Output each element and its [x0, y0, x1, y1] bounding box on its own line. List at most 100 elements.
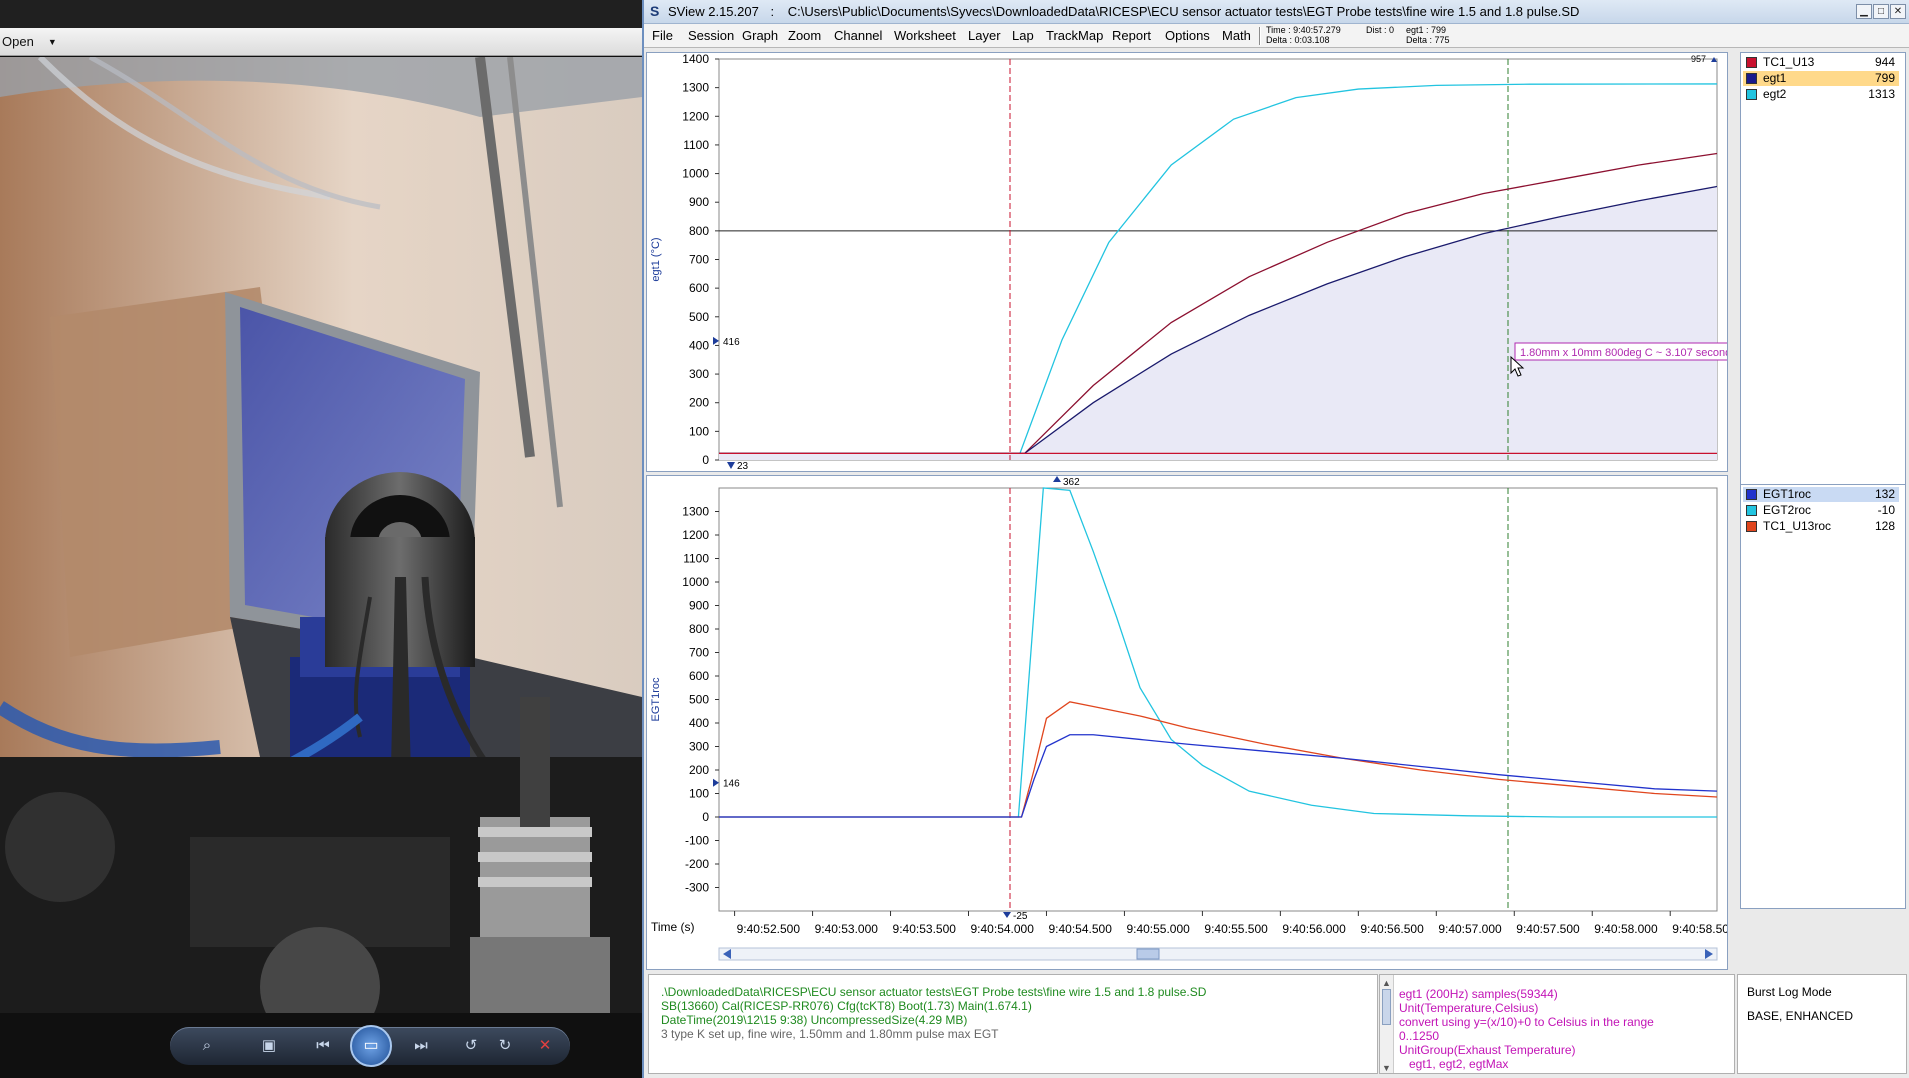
- y-tick-label: 200: [689, 763, 709, 777]
- roc-chart[interactable]: -300 -200 -100 0 100 200 300 400 500 600 700 800 900…: [647, 476, 1736, 969]
- cursor-delta-value: Delta : 775: [1406, 35, 1450, 45]
- title-bar: S SView 2.15.207 : C:\Users\Public\Docum…: [644, 0, 1909, 24]
- channel-info-line: convert using y=(x/10)+0 to Celsius in t…: [1399, 1015, 1654, 1029]
- time-scrollbar[interactable]: [718, 947, 1718, 961]
- open-menu-button[interactable]: Open ▼: [2, 34, 57, 49]
- bottom-marker-icon: [727, 462, 735, 469]
- legend-item-tc1_u13roc[interactable]: TC1_U13roc 128: [1743, 519, 1899, 534]
- file-path: C:\Users\Public\Documents\Syvecs\Downloa…: [787, 4, 1580, 19]
- y-tick-label: 0: [702, 453, 709, 467]
- x-tick-label: 9:40:55.000: [1126, 922, 1190, 936]
- file-info-line: .\DownloadedData\RICESP\ECU sensor actua…: [661, 985, 1207, 999]
- x-tick-label: 9:40:58.500: [1672, 922, 1727, 936]
- y-tick-label: 800: [689, 622, 709, 636]
- menu-report[interactable]: Report: [1112, 28, 1151, 43]
- delete-icon[interactable]: ✕: [534, 1036, 556, 1056]
- rotate-right-icon[interactable]: ↻: [494, 1036, 516, 1056]
- legend-value: 132: [1874, 487, 1895, 501]
- y-tick-label: 200: [689, 396, 709, 410]
- menu-graph[interactable]: Graph: [742, 28, 778, 43]
- menu-trackmap[interactable]: TrackMap: [1046, 28, 1103, 43]
- fit-icon[interactable]: ▣: [258, 1036, 280, 1056]
- menu-lap[interactable]: Lap: [1012, 28, 1034, 43]
- cursor-channel-value: egt1 : 799: [1406, 25, 1447, 35]
- log-mode-value: BASE, ENHANCED: [1747, 1009, 1854, 1023]
- x-tick-label: 9:40:56.000: [1282, 922, 1346, 936]
- close-button[interactable]: ✕: [1890, 4, 1906, 19]
- legend-name: egt2: [1763, 87, 1787, 101]
- y-tick-label: 900: [689, 195, 709, 209]
- scroll-down-icon[interactable]: ▼: [1382, 1061, 1391, 1073]
- maximize-button[interactable]: □: [1873, 4, 1889, 19]
- legend-item-egt1roc[interactable]: EGT1roc 132: [1743, 487, 1899, 502]
- slideshow-icon[interactable]: ▭: [350, 1025, 392, 1067]
- window-title: SView 2.15.207 : C:\Users\Public\Documen…: [668, 4, 1579, 19]
- left-marker-icon: [713, 778, 719, 787]
- y-tick-label: -300: [685, 881, 709, 895]
- y-tick-label: 1400: [682, 53, 709, 66]
- previous-icon[interactable]: ⏮: [312, 1036, 334, 1056]
- legend-name: TC1_U13roc: [1763, 519, 1832, 533]
- temperature-graph-panel[interactable]: 0 100 200 300 400 500 600 700 800 900 1000 1100 1200…: [646, 52, 1769, 472]
- legend-value: 944: [1874, 55, 1895, 69]
- y-tick-label: 600: [689, 281, 709, 295]
- cursor-delta-time: Delta : 0:03.108: [1266, 35, 1330, 45]
- menu-file[interactable]: File: [652, 28, 673, 43]
- viewer-toolbar: Open ▼: [0, 28, 642, 56]
- channel-info-scrollbar[interactable]: ▲ ▼: [1380, 975, 1394, 1073]
- legend-swatch: [1746, 89, 1757, 100]
- menu-session[interactable]: Session: [688, 28, 734, 43]
- y-tick-label: 1300: [682, 81, 709, 95]
- chevron-down-icon: ▼: [47, 36, 57, 47]
- channel-info-line: egt1 (200Hz) samples(59344): [1399, 987, 1558, 1001]
- menu-zoom[interactable]: Zoom: [788, 28, 821, 43]
- menu-math[interactable]: Math: [1222, 28, 1251, 43]
- channel-info-line: 0..1250: [1399, 1029, 1440, 1043]
- legend-item-tc1_u13[interactable]: TC1_U13 944: [1743, 55, 1899, 70]
- x-tick-label: 9:40:57.500: [1516, 922, 1580, 936]
- sview-window: S SView 2.15.207 : C:\Users\Public\Docum…: [642, 0, 1909, 1078]
- temperature-chart[interactable]: 0 100 200 300 400 500 600 700 800 900 1000 1100 1200…: [647, 52, 1769, 472]
- time-scrollbar-thumb[interactable]: [1136, 948, 1160, 960]
- y-tick-label: 1000: [682, 167, 709, 181]
- top-legend-panel: TC1_U13 944 egt1 799 egt2 1313: [1740, 52, 1906, 496]
- y-tick-label: 1300: [682, 505, 709, 519]
- bottom-marker-label: 23: [737, 461, 749, 471]
- scroll-up-icon[interactable]: ▲: [1382, 976, 1391, 990]
- legend-item-egt2roc[interactable]: EGT2roc -10: [1743, 503, 1899, 518]
- y-tick-label: 800: [689, 224, 709, 238]
- legend-item-egt1[interactable]: egt1 799: [1743, 71, 1899, 86]
- y-tick-label: -200: [685, 857, 709, 871]
- minimize-button[interactable]: ▁: [1856, 4, 1872, 19]
- y-tick-label: 1000: [682, 575, 709, 589]
- cursor-info: Time : 9:40:57.279 Dist : 0 egt1 : 799 D…: [1266, 25, 1456, 47]
- legend-value: 128: [1874, 519, 1895, 533]
- x-tick-label: 9:40:55.500: [1204, 922, 1268, 936]
- roc-graph-panel[interactable]: -300 -200 -100 0 100 200 300 400 500 600 700 800 900…: [646, 475, 1736, 970]
- file-info-line: DateTime(2019\12\15 9:38) UncompressedSi…: [661, 1013, 968, 1027]
- legend-item-egt2[interactable]: egt2 1313: [1743, 87, 1899, 102]
- file-info-line: 3 type K set up, fine wire, 1.50mm and 1…: [661, 1027, 999, 1041]
- menu-layer[interactable]: Layer: [968, 28, 1001, 43]
- y-tick-label: 500: [689, 693, 709, 707]
- top-marker-icon: [1053, 476, 1061, 482]
- scroll-thumb[interactable]: [1382, 989, 1391, 1025]
- x-tick-label: 9:40:54.000: [971, 922, 1035, 936]
- y-tick-label: 1100: [683, 138, 709, 152]
- y-tick-label: 600: [689, 669, 709, 683]
- menu-worksheet[interactable]: Worksheet: [894, 28, 956, 43]
- menu-options[interactable]: Options: [1165, 28, 1210, 43]
- thermocouple-photo: [0, 57, 642, 1013]
- x-tick-label: 9:40:54.500: [1048, 922, 1112, 936]
- legend-swatch: [1746, 73, 1757, 84]
- screen: Open ▼ ⌕ ▣ ⏮ ▭ ⏭ ↺ ↻ ✕ S SView 2.15.207 …: [0, 0, 1909, 1078]
- menu-channel[interactable]: Channel: [834, 28, 882, 43]
- y-tick-label: 500: [689, 310, 709, 324]
- rotate-left-icon[interactable]: ↺: [460, 1036, 482, 1056]
- zoom-icon[interactable]: ⌕: [196, 1036, 218, 1056]
- x-axis-label: Time (s): [651, 920, 695, 934]
- channel-info-line: UnitGroup(Exhaust Temperature): [1399, 1043, 1576, 1057]
- next-icon[interactable]: ⏭: [410, 1036, 432, 1056]
- left-marker-label: 416: [723, 337, 740, 348]
- y-tick-label: 400: [689, 716, 709, 730]
